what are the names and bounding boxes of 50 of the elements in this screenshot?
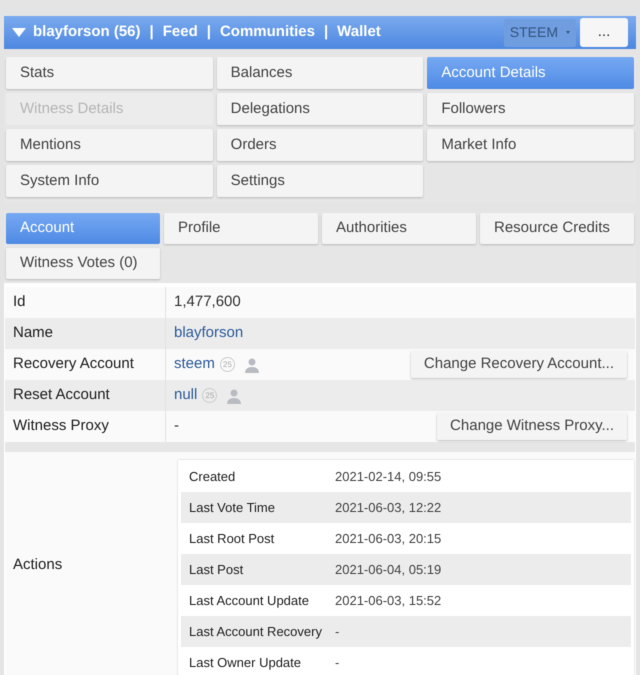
account-link[interactable]: steem [174,353,215,376]
nav-separator: | [206,22,211,42]
action-time: 2021-06-03, 20:15 [334,530,442,548]
action-label: Created [188,468,236,486]
menu-item[interactable]: Balances [216,57,424,89]
reputation-badge: 25 [220,357,235,372]
tab[interactable]: Profile [164,213,318,244]
change-button[interactable]: Change Witness Proxy... [437,413,627,440]
action-time: - [334,654,340,672]
field-label: Name [12,323,54,344]
account-link[interactable]: blayforson [174,322,244,345]
field-label: Id [12,292,27,312]
reputation-badge: 25 [202,388,218,403]
tab[interactable]: Authorities [322,213,476,244]
menu-item[interactable]: Stats [6,57,213,89]
action-time: - [334,622,340,641]
change-button[interactable]: Change Recovery Account... [410,351,627,378]
action-time: 2021-02-14, 09:55 [334,468,442,486]
action-label: Last Post [188,560,244,579]
action-label: Last Account Update [188,592,310,610]
field-label: Recovery Account [12,354,135,374]
action-label: Last Owner Update [188,654,302,672]
user-icon [226,388,242,404]
action-time: 2021-06-03, 12:22 [334,498,442,517]
field-label: Actions [13,554,62,575]
action-label: Last Root Post [188,530,276,548]
field-value: 1,477,600 [174,292,241,312]
tab[interactable]: Witness Votes (0) [6,248,160,279]
menu-item[interactable]: Followers [427,93,634,125]
caret-icon [566,31,570,34]
field-label: Reset Account [12,385,111,406]
user-icon [244,356,260,372]
action-time: 2021-06-04, 05:19 [334,560,442,579]
nav-separator: | [324,22,328,42]
menu-item[interactable]: Orders [216,129,424,161]
menu-item[interactable]: Settings [216,165,424,197]
nav-separator: | [150,22,154,42]
tab[interactable]: Resource Credits [480,213,634,244]
more-button[interactable]: ... [580,18,628,47]
menu-item[interactable]: System Info [6,165,213,197]
menu-item[interactable]: Delegations [216,93,424,125]
action-label: Last Vote Time [188,498,276,517]
menu-item[interactable]: Mentions [6,129,213,161]
field-label: Witness Proxy [12,416,110,436]
field-value: - [174,416,179,436]
action-label: Last Account Recovery [188,622,323,641]
action-time: 2021-06-03, 15:52 [334,592,442,610]
caret-icon[interactable] [12,28,26,37]
menu-item[interactable]: Market Info [427,129,634,161]
account-link[interactable]: null [174,384,198,407]
